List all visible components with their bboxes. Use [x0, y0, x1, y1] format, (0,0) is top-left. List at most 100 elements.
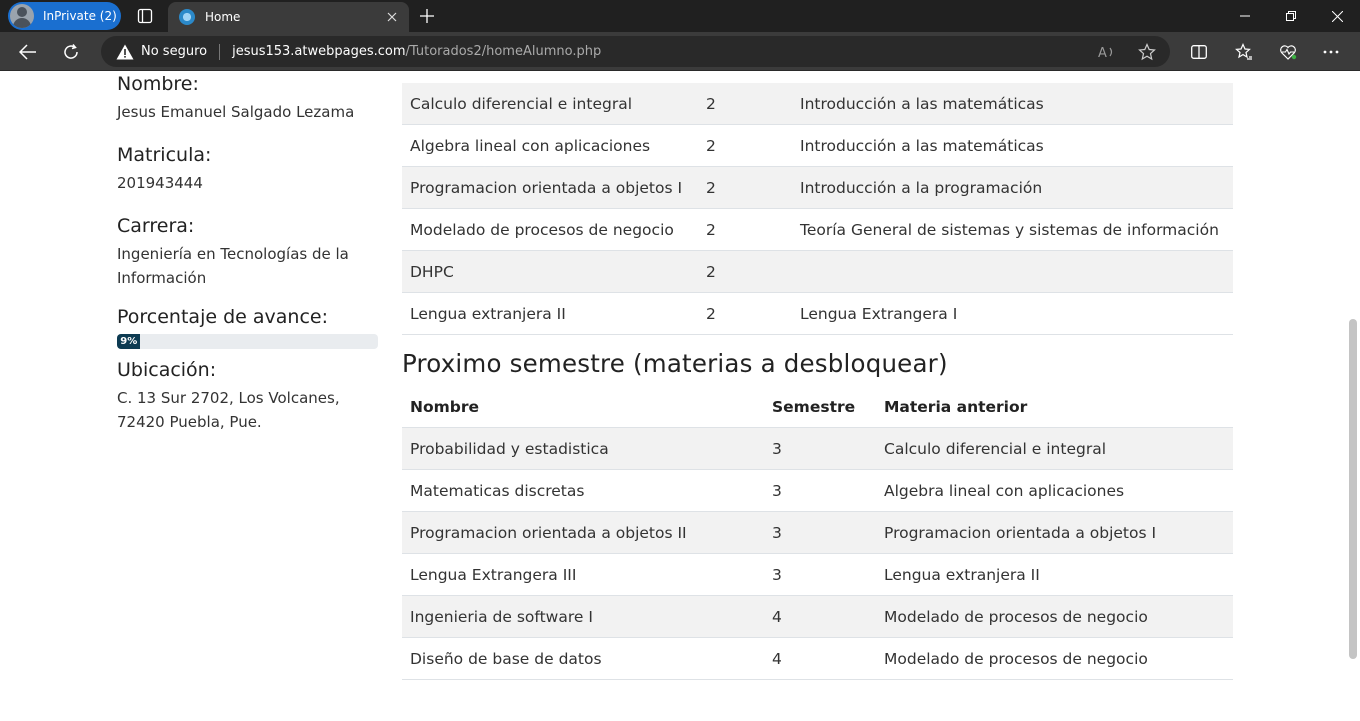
table-row: DHPC 2 — [402, 250, 1233, 293]
close-tab-button[interactable] — [382, 7, 402, 27]
table-cell: Modelado de procesos de negocio — [402, 208, 698, 251]
table-cell: Introducción a las matemáticas — [792, 124, 1233, 167]
table-cell: Ingenieria de software I — [402, 595, 764, 638]
security-label[interactable]: No seguro — [141, 44, 207, 59]
address-divider — [219, 43, 221, 60]
location-label: Ubicación: — [117, 359, 217, 381]
browser-tab-bar: InPrivate (2) Home — [0, 0, 1360, 32]
next-semester-table: Nombre Semestre Materia anterior Probabi… — [402, 386, 1233, 680]
student-name: Jesus Emanuel Salgado Lezama — [117, 103, 355, 121]
minimize-icon — [1240, 15, 1250, 17]
more-dots-icon — [1323, 50, 1339, 54]
close-window-button[interactable] — [1314, 0, 1360, 32]
table-row: Programacion orientada a objetos I 2 Intro… — [402, 166, 1233, 209]
warning-icon[interactable] — [116, 43, 134, 61]
student-info-panel: Nombre: Jesus Emanuel Salgado Lezama Mat… — [117, 71, 379, 434]
column-header: Nombre — [402, 386, 764, 428]
url-host[interactable]: jesus153.atwebpages.com — [232, 44, 405, 59]
table-cell: 2 — [698, 166, 792, 209]
table-cell: Programacion orientada a objetos II — [402, 511, 764, 554]
table-cell: Introducción a la programación — [792, 166, 1233, 209]
table-cell: 3 — [764, 511, 876, 554]
inprivate-profile-button[interactable]: InPrivate (2) — [8, 2, 121, 30]
back-arrow-icon — [19, 44, 36, 60]
page-scrollbar[interactable] — [1346, 71, 1360, 721]
table-row: Matematicas discretas 3 Algebra lineal con… — [402, 469, 1233, 512]
split-screen-icon — [1191, 45, 1207, 59]
restore-icon — [1286, 11, 1296, 21]
minimize-button[interactable] — [1222, 0, 1268, 32]
url-path[interactable]: /Tutorados2/homeAlumno.php — [406, 44, 602, 59]
next-semester-title: Proximo semestre (materias a desbloquear… — [402, 349, 948, 378]
table-cell: Probabilidad y estadistica — [402, 427, 764, 470]
table-header-row: Nombre Semestre Materia anterior — [402, 386, 1233, 428]
table-row: Diseño de base de datos 4 Modelado de proc… — [402, 637, 1233, 680]
current-subjects-table: Calculo diferencial e integral 2 Introducc… — [402, 83, 1233, 335]
favorites-icon — [1235, 43, 1252, 60]
id-label: Matricula: — [117, 144, 212, 166]
tab-actions-button[interactable] — [131, 4, 159, 28]
tab-actions-icon — [137, 8, 153, 24]
table-cell: Programacion orientada a objetos I — [876, 511, 1233, 554]
browser-essentials-button[interactable] — [1272, 36, 1304, 68]
tab-home[interactable]: Home — [168, 2, 409, 32]
page-content: Nombre: Jesus Emanuel Salgado Lezama Mat… — [0, 71, 1346, 721]
heart-pulse-icon — [1280, 45, 1297, 60]
table-cell: 2 — [698, 208, 792, 251]
table-row: Algebra lineal con aplicaciones 2 Introduc… — [402, 124, 1233, 167]
table-cell: Diseño de base de datos — [402, 637, 764, 680]
table-cell: Teoría General de sistemas y sistemas de… — [792, 208, 1233, 251]
column-header: Semestre — [764, 386, 876, 428]
new-tab-button[interactable] — [415, 4, 439, 28]
table-cell: Lengua extranjera II — [402, 292, 698, 335]
table-cell — [792, 250, 1233, 293]
table-cell: 2 — [698, 292, 792, 335]
back-button[interactable] — [12, 36, 44, 68]
progress-label: Porcentaje de avance: — [117, 306, 328, 328]
table-cell: 4 — [764, 595, 876, 638]
favorite-star-icon[interactable] — [1137, 42, 1157, 62]
read-aloud-icon[interactable]: A — [1097, 42, 1117, 62]
table-row: Programacion orientada a objetos II 3 Prog… — [402, 511, 1233, 554]
student-location: C. 13 Sur 2702, Los Volcanes, 72420 Pueb… — [117, 389, 340, 431]
table-cell: Calculo diferencial e integral — [876, 427, 1233, 470]
settings-menu-button[interactable] — [1315, 36, 1347, 68]
progress-bar-fill: 9% — [117, 334, 141, 349]
address-bar[interactable]: No seguro jesus153.atwebpages.com/Tutora… — [101, 36, 1170, 67]
name-label: Nombre: — [117, 73, 199, 95]
table-cell: DHPC — [402, 250, 698, 293]
table-cell: 2 — [698, 124, 792, 167]
plus-icon — [420, 9, 434, 23]
table-cell: 2 — [698, 250, 792, 293]
table-row: Lengua extranjera II 2 Lengua Extrangera I — [402, 292, 1233, 335]
close-window-icon — [1331, 10, 1343, 22]
table-cell: 2 — [698, 83, 792, 125]
site-favicon-icon — [179, 9, 195, 25]
scrollbar-thumb[interactable] — [1349, 319, 1357, 659]
table-row: Calculo diferencial e integral 2 Introducc… — [402, 83, 1233, 125]
table-cell: Algebra lineal con aplicaciones — [876, 469, 1233, 512]
column-header: Materia anterior — [876, 386, 1233, 428]
table-row: Probabilidad y estadistica 3 Calculo difer… — [402, 427, 1233, 470]
favorites-button[interactable] — [1228, 36, 1260, 68]
table-cell: Modelado de procesos de negocio — [876, 595, 1233, 638]
table-row: Ingenieria de software I 4 Modelado de pro… — [402, 595, 1233, 638]
svg-text:A: A — [1098, 46, 1107, 60]
progress-bar: 9% — [117, 334, 378, 349]
table-cell: Modelado de procesos de negocio — [876, 637, 1233, 680]
refresh-button[interactable] — [55, 36, 87, 68]
profile-label: InPrivate (2) — [43, 9, 117, 23]
table-cell: Introducción a las matemáticas — [792, 83, 1233, 125]
table-cell: Matematicas discretas — [402, 469, 764, 512]
split-screen-button[interactable] — [1183, 36, 1215, 68]
restore-button[interactable] — [1268, 0, 1314, 32]
profile-avatar-icon — [10, 4, 34, 28]
table-cell: 3 — [764, 469, 876, 512]
table-cell: Calculo diferencial e integral — [402, 83, 698, 125]
table-row: Modelado de procesos de negocio 2 Teoría G… — [402, 208, 1233, 251]
table-row: Lengua Extrangera III 3 Lengua extranjera … — [402, 553, 1233, 596]
main-content: Calculo diferencial e integral 2 Introducc… — [402, 71, 1233, 680]
student-career: Ingeniería en Tecnologías de la Informac… — [117, 245, 349, 287]
close-icon — [387, 12, 397, 22]
table-cell: Algebra lineal con aplicaciones — [402, 124, 698, 167]
